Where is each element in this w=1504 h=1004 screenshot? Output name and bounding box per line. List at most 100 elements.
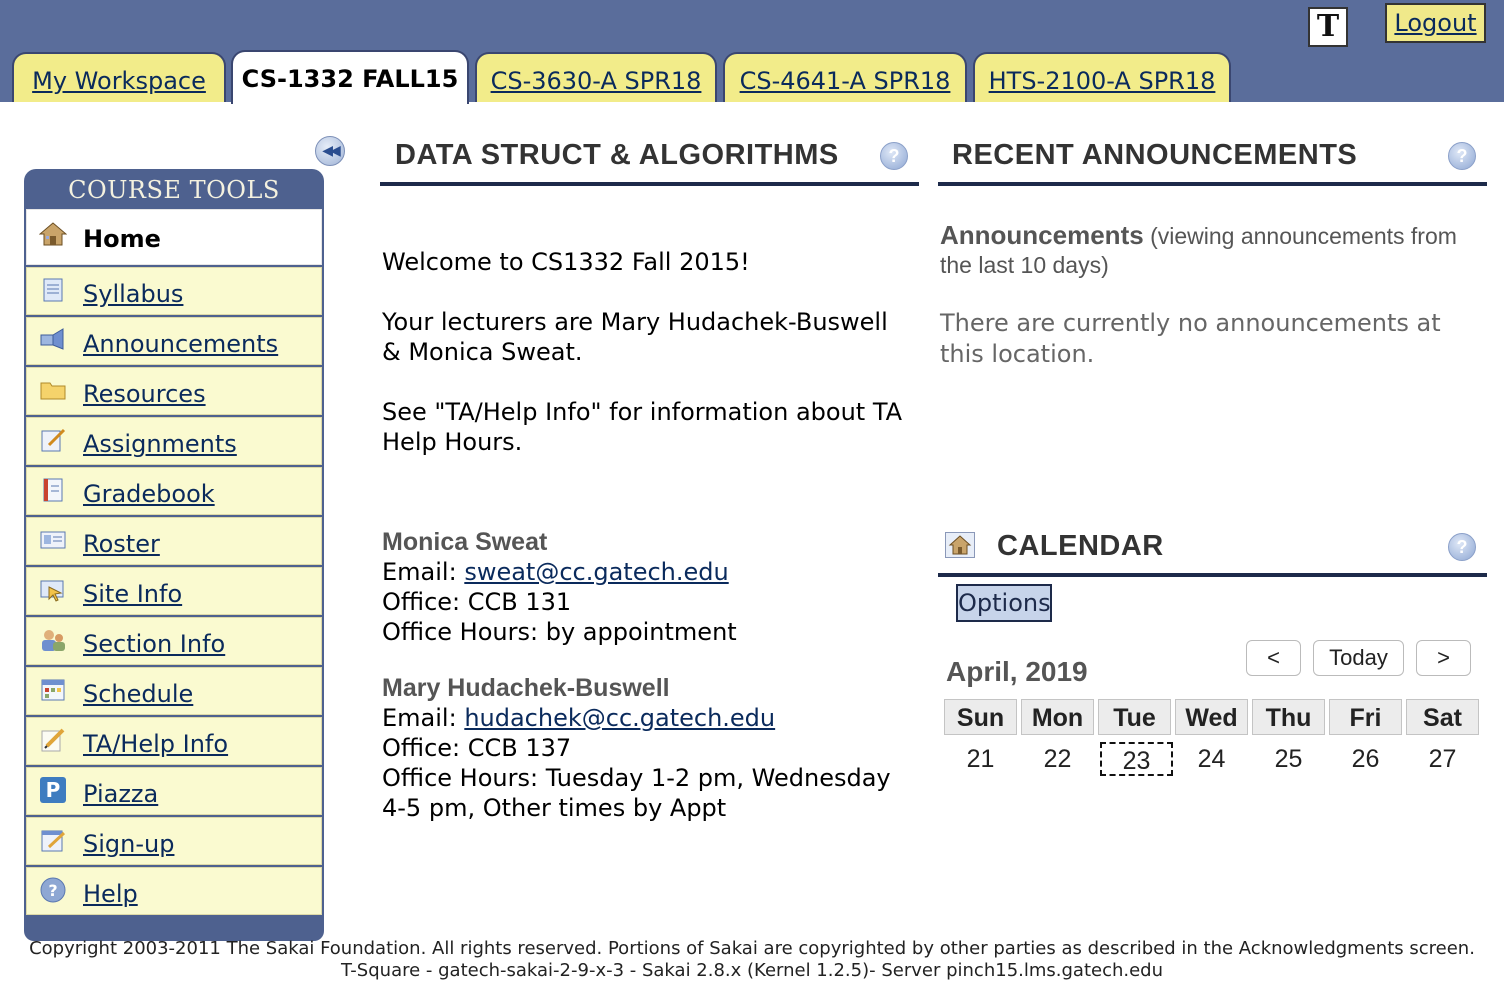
instructor-email-link[interactable]: hudachek@cc.gatech.edu bbox=[464, 704, 775, 732]
ta-info-text: See "TA/Help Info" for information about… bbox=[382, 398, 903, 456]
overview-help-icon[interactable]: ? bbox=[880, 142, 908, 170]
piazza-icon: P bbox=[40, 777, 66, 803]
sidebar-item-label[interactable]: Help bbox=[83, 880, 138, 908]
instructor-name: Monica Sweat bbox=[382, 528, 548, 556]
weekday-header: Fri bbox=[1329, 699, 1402, 735]
tab-cs-4641-a-spr18[interactable]: CS-4641-A SPR18 bbox=[723, 52, 967, 102]
email-label: Email: bbox=[382, 704, 465, 732]
calendar-day-today[interactable]: 23 bbox=[1100, 742, 1173, 776]
instructor-hours: Office Hours: Tuesday 1-2 pm, Wednesday … bbox=[382, 764, 891, 822]
weekday-header: Sun bbox=[944, 699, 1017, 735]
sidebar-item-label[interactable]: Site Info bbox=[83, 580, 182, 608]
weekday-header: Thu bbox=[1252, 699, 1325, 735]
announcements-help-icon[interactable]: ? bbox=[1448, 142, 1476, 170]
roster-icon bbox=[40, 531, 66, 549]
tab-label[interactable]: CS-4641-A SPR18 bbox=[740, 67, 951, 95]
instructor-card: Monica Sweat Email: sweat@cc.gatech.edu … bbox=[382, 527, 912, 647]
sidebar-item-label[interactable]: Syllabus bbox=[83, 280, 183, 308]
calendar-day[interactable]: 25 bbox=[1252, 742, 1325, 776]
signup-icon bbox=[41, 830, 66, 852]
announcements-icon bbox=[40, 328, 64, 350]
course-tools-list: Home Syllabus Announcements Resources As… bbox=[26, 209, 322, 917]
text-size-toggle-icon[interactable]: T bbox=[1308, 7, 1348, 47]
collapse-menu-icon[interactable]: ◀◀ bbox=[315, 136, 345, 166]
tab-label[interactable]: HTS-2100-A SPR18 bbox=[989, 67, 1216, 95]
instructor-email-link[interactable]: sweat@cc.gatech.edu bbox=[464, 558, 728, 586]
sidebar-item-piazza[interactable]: P Piazza bbox=[26, 767, 322, 815]
top-bar: T Logout My Workspace CS-1332 FALL15 CS-… bbox=[0, 0, 1504, 104]
calendar-day[interactable]: 22 bbox=[1021, 742, 1094, 776]
calendar-day[interactable]: 27 bbox=[1406, 742, 1479, 776]
home-icon bbox=[39, 222, 67, 246]
help-icon: ? bbox=[40, 877, 66, 903]
sidebar-item-section-info[interactable]: Section Info bbox=[26, 617, 322, 665]
sidebar-item-resources[interactable]: Resources bbox=[26, 367, 322, 415]
sidebar-item-assignments[interactable]: Assignments bbox=[26, 417, 322, 465]
calendar-home-icon bbox=[945, 532, 975, 558]
sidebar-item-label[interactable]: Roster bbox=[83, 530, 160, 558]
tab-label[interactable]: My Workspace bbox=[32, 67, 206, 95]
calendar-day[interactable]: 21 bbox=[944, 742, 1017, 776]
calendar-prev-button[interactable]: < bbox=[1246, 640, 1301, 676]
calendar-today-button[interactable]: Today bbox=[1313, 640, 1404, 676]
section-info-icon bbox=[42, 630, 65, 651]
tab-my-workspace[interactable]: My Workspace bbox=[12, 52, 226, 102]
sidebar-item-gradebook[interactable]: Gradebook bbox=[26, 467, 322, 515]
sidebar-item-label[interactable]: Assignments bbox=[83, 430, 237, 458]
sidebar-item-roster[interactable]: Roster bbox=[26, 517, 322, 565]
instructor-hours: Office Hours: by appointment bbox=[382, 618, 737, 646]
sidebar-item-label[interactable]: Piazza bbox=[83, 780, 158, 808]
site-info-icon bbox=[40, 580, 64, 602]
pencil-icon bbox=[41, 728, 65, 752]
sidebar-item-help[interactable]: ? Help bbox=[26, 867, 322, 915]
sidebar-item-label[interactable]: Resources bbox=[83, 380, 206, 408]
announcements-heading: Announcements (viewing announcements fro… bbox=[940, 221, 1485, 280]
announcements-body: Announcements (viewing announcements fro… bbox=[940, 221, 1485, 370]
announcements-heading-label: Announcements bbox=[940, 220, 1144, 250]
announcements-title-rule bbox=[938, 182, 1487, 186]
folder-icon bbox=[40, 382, 66, 400]
syllabus-icon bbox=[43, 278, 63, 302]
tab-cs-3630-a-spr18[interactable]: CS-3630-A SPR18 bbox=[475, 52, 717, 102]
calendar-title: CALENDAR bbox=[997, 530, 1164, 562]
course-tools-menu: COURSE TOOLS Home Syllabus Announcements… bbox=[24, 169, 324, 941]
calendar-options-button[interactable]: Options bbox=[956, 584, 1052, 622]
sidebar-item-label[interactable]: Sign-up bbox=[83, 830, 174, 858]
calendar-day[interactable]: 26 bbox=[1329, 742, 1402, 776]
logout-label[interactable]: Logout bbox=[1394, 9, 1476, 37]
assignments-icon bbox=[41, 428, 66, 452]
sidebar-item-label[interactable]: TA/Help Info bbox=[83, 730, 228, 758]
sidebar-item-announcements[interactable]: Announcements bbox=[26, 317, 322, 365]
overview-title-rule bbox=[380, 182, 919, 186]
sidebar-item-label[interactable]: Announcements bbox=[83, 330, 278, 358]
sidebar-item-label[interactable]: Schedule bbox=[83, 680, 193, 708]
welcome-text: Welcome to CS1332 Fall 2015! bbox=[382, 248, 750, 276]
sidebar-item-schedule[interactable]: Schedule bbox=[26, 667, 322, 715]
tab-hts-2100-a-spr18[interactable]: HTS-2100-A SPR18 bbox=[973, 52, 1231, 102]
tab-cs-1332-fall15[interactable]: CS-1332 FALL15 bbox=[231, 50, 469, 104]
sidebar-item-home[interactable]: Home bbox=[26, 209, 322, 265]
calendar-next-button[interactable]: > bbox=[1416, 640, 1471, 676]
gradebook-icon bbox=[43, 478, 63, 502]
logout-button[interactable]: Logout bbox=[1385, 3, 1486, 43]
sidebar-item-syllabus[interactable]: Syllabus bbox=[26, 267, 322, 315]
calendar-help-icon[interactable]: ? bbox=[1448, 533, 1476, 561]
instructor-name: Mary Hudachek-Buswell bbox=[382, 674, 670, 702]
tab-label[interactable]: CS-3630-A SPR18 bbox=[491, 67, 702, 95]
announcements-empty-text: There are currently no announcements at … bbox=[940, 309, 1441, 368]
sidebar-item-sign-up[interactable]: Sign-up bbox=[26, 817, 322, 865]
sidebar-item-label[interactable]: Gradebook bbox=[83, 480, 215, 508]
copyright-text: Copyright 2003-2011 The Sakai Foundation… bbox=[29, 938, 1475, 959]
sidebar-item-site-info[interactable]: Site Info bbox=[26, 567, 322, 615]
weekday-header: Tue bbox=[1098, 699, 1171, 735]
weekday-header: Sat bbox=[1406, 699, 1479, 735]
overview-title: DATA STRUCT & ALGORITHMS bbox=[395, 139, 839, 171]
schedule-icon bbox=[41, 679, 65, 701]
sidebar-item-ta-help-info[interactable]: TA/Help Info bbox=[26, 717, 322, 765]
overview-body: Welcome to CS1332 Fall 2015! Your lectur… bbox=[382, 247, 912, 823]
sidebar-item-label[interactable]: Section Info bbox=[83, 630, 225, 658]
instructor-email: Email: hudachek@cc.gatech.edu bbox=[382, 703, 912, 733]
sidebar-item-label: Home bbox=[83, 225, 161, 253]
calendar-day[interactable]: 24 bbox=[1175, 742, 1248, 776]
server-info-text: T-Square - gatech-sakai-2-9-x-3 - Sakai … bbox=[340, 960, 1164, 981]
